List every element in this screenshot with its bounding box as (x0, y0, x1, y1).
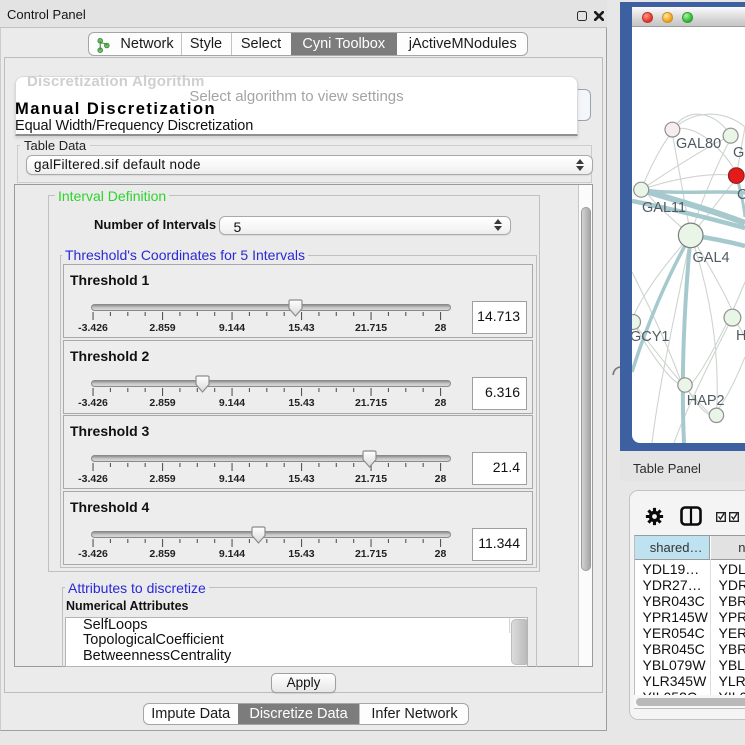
svg-text:G…: G… (733, 145, 745, 161)
svg-text:HAP2: HAP2 (687, 393, 725, 409)
svg-text:C…: C… (737, 187, 745, 203)
svg-text:GCY1: GCY1 (632, 329, 670, 345)
svg-text:GAL11: GAL11 (642, 200, 686, 216)
svg-text:GAL4: GAL4 (693, 250, 730, 266)
svg-text:GAL80: GAL80 (676, 136, 721, 152)
svg-text:H: H (736, 328, 745, 344)
